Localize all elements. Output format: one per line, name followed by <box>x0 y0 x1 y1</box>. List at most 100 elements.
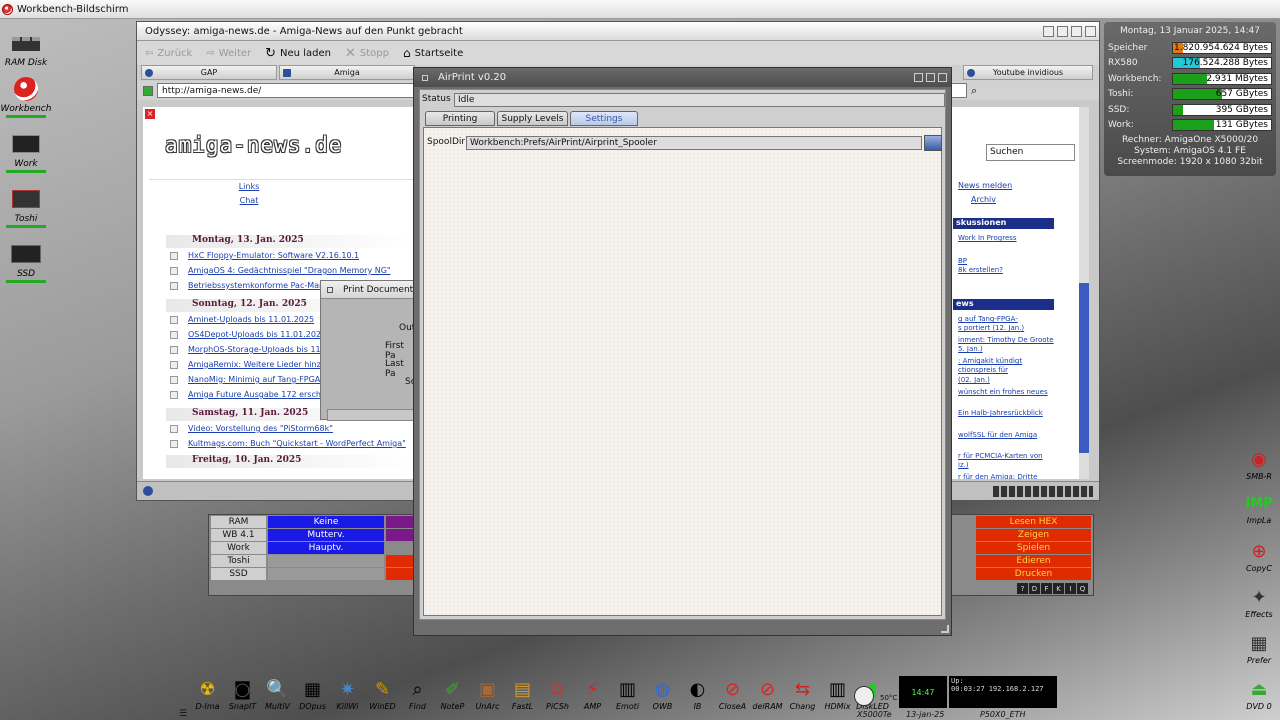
side-link[interactable]: Work In Progress <box>958 234 1017 242</box>
home-button[interactable]: ⌂ Startseite <box>403 46 463 60</box>
checkbox[interactable] <box>170 439 178 448</box>
checkbox[interactable] <box>170 390 178 399</box>
drive-cell[interactable] <box>386 516 414 528</box>
nav-link-links[interactable]: Links <box>149 182 349 191</box>
dock-item[interactable]: ⊘ delRAM <box>750 676 785 720</box>
side-link[interactable]: ctionspreis für <box>958 366 1008 374</box>
close-icon[interactable]: × <box>145 109 155 119</box>
drive-mode[interactable]: Mutterv. <box>268 529 384 541</box>
side-link[interactable]: inment: Timothy De Groote <box>958 336 1054 344</box>
close-icon[interactable] <box>327 286 333 293</box>
dock-item-prefer[interactable]: ▦ Prefer <box>1238 630 1280 674</box>
dock-item-dvd[interactable]: ⏏ DVD 0 <box>1238 676 1280 720</box>
dock-item[interactable]: ⊘ CloseA <box>715 676 750 720</box>
side-link[interactable]: r für den Amiga: Dritte <box>958 473 1037 479</box>
folder-browse-button[interactable] <box>924 135 942 151</box>
url-input[interactable]: http://amiga-news.de/ <box>157 83 417 98</box>
zoom-button[interactable] <box>926 73 935 82</box>
site-search-input[interactable]: Suchen <box>986 144 1075 161</box>
reload-button[interactable]: ↻ Neu laden <box>265 46 331 61</box>
depth-button[interactable] <box>1071 25 1082 37</box>
dock-menu-icon[interactable]: ☰ <box>179 709 187 719</box>
dock-item[interactable]: ▤ FastL <box>505 676 540 720</box>
checkbox[interactable] <box>170 281 178 290</box>
side-link[interactable]: : Amigakit kündigt <box>958 357 1022 365</box>
spooldir-input[interactable]: Workbench:Prefs/AirPrint/Airprint_Spoole… <box>466 136 922 150</box>
dock-item-copyc[interactable]: ⊕ CopyC <box>1238 538 1280 582</box>
search-icon[interactable]: ⌕ <box>971 84 977 98</box>
action-drucken[interactable]: Drucken <box>976 568 1091 580</box>
list-item[interactable]: AmigaOS 4: Gedächtnisspiel "Dragon Memor… <box>166 263 414 278</box>
drive-cell[interactable] <box>386 568 414 580</box>
action-lesen-hex[interactable]: Lesen HEX <box>976 516 1091 528</box>
list-item[interactable]: HxC Floppy-Emulator: Software V2.16.10.1 <box>166 248 414 263</box>
side-link[interactable]: g auf Tang-FPGA- <box>958 315 1018 323</box>
ram-disk-icon[interactable]: RAM Disk <box>0 30 52 68</box>
ssd-disk-icon[interactable]: SSD <box>0 239 52 284</box>
dock-item[interactable]: ☢ D-Ima <box>190 676 225 720</box>
drive-cell[interactable] <box>386 529 414 541</box>
list-item[interactable]: Kultmags.com: Buch "Quickstart - WordPer… <box>166 436 414 451</box>
iconify-button[interactable] <box>914 73 923 82</box>
i-button[interactable]: I <box>1065 583 1076 594</box>
nav-link-chat[interactable]: Chat <box>149 196 349 205</box>
checkbox[interactable] <box>170 315 178 324</box>
site-logo[interactable]: amiga-news.de <box>165 133 342 157</box>
dock-item[interactable]: 🔍 MultiV <box>260 676 295 720</box>
checkbox[interactable] <box>170 330 178 339</box>
dock-item[interactable]: ✷ KillWi <box>330 676 365 720</box>
tab-supply-levels[interactable]: Supply Levels <box>497 111 568 126</box>
k-button[interactable]: K <box>1053 583 1064 594</box>
list-item[interactable]: Video: Vorstellung des "PiStorm68k" <box>166 421 414 436</box>
action-spielen[interactable]: Spielen <box>976 542 1091 554</box>
drive-mode[interactable]: Keine <box>268 516 384 528</box>
tab-youtube[interactable]: Youtube invidious <box>963 65 1093 80</box>
drive-name[interactable]: Toshi <box>211 555 266 567</box>
tab-printing[interactable]: Printing <box>425 111 495 126</box>
dock-item[interactable]: ⚡ AMP <box>575 676 610 720</box>
toshi-disk-icon[interactable]: Toshi <box>0 184 52 239</box>
forward-button[interactable]: ⇨ Weiter <box>206 48 251 59</box>
iconify-button[interactable] <box>1043 25 1054 37</box>
side-link[interactable]: BP <box>958 257 967 265</box>
help-button[interactable]: ? <box>1017 583 1028 594</box>
depth-button[interactable] <box>938 73 947 82</box>
dock-item[interactable]: ▦ DOpus <box>295 676 330 720</box>
resize-handle[interactable] <box>941 625 949 633</box>
side-link[interactable]: (02. Jan.) <box>958 376 990 384</box>
side-link[interactable]: Ein Halb-Jahresrückblick <box>958 409 1043 417</box>
dock-item[interactable]: ◙ SnapIT <box>225 676 260 720</box>
dock-item[interactable]: ✐ NoteP <box>435 676 470 720</box>
side-link[interactable]: wolfSSL für den Amiga <box>958 431 1037 439</box>
drive-name[interactable]: RAM <box>211 516 266 528</box>
drive-mode[interactable] <box>268 555 384 567</box>
side-link[interactable]: r für PCMCIA-Karten von <box>958 452 1043 460</box>
checkbox[interactable] <box>170 251 178 260</box>
nav-link-archiv[interactable]: Archiv <box>971 195 996 204</box>
tab-amiga[interactable]: Amiga <box>279 65 415 80</box>
checkbox[interactable] <box>170 424 178 433</box>
checkbox[interactable] <box>170 266 178 275</box>
dock-item[interactable]: ✿ PiCSh <box>540 676 575 720</box>
scrollbar-thumb[interactable] <box>1079 283 1089 453</box>
depth-back-button[interactable] <box>1085 25 1096 37</box>
dock-item[interactable]: ✎ WinED <box>365 676 400 720</box>
dock-item-impla[interactable]: IMP ImpLa <box>1238 490 1280 536</box>
dock-item-smb[interactable]: ◉ SMB-R <box>1238 446 1280 490</box>
side-link[interactable]: 8k erstellen? <box>958 266 1003 274</box>
dock-item[interactable]: ▥ HDMix <box>820 676 855 720</box>
dock-item[interactable]: ▣ UnArc <box>470 676 505 720</box>
dock-item[interactable]: ◐ IB <box>680 676 715 720</box>
side-link[interactable]: 5. Jan.) <box>958 345 983 353</box>
f-button[interactable]: F <box>1041 583 1052 594</box>
dock-item[interactable]: ⇆ Chang <box>785 676 820 720</box>
drive-mode[interactable] <box>268 568 384 580</box>
tab-gap[interactable]: GAP <box>141 65 277 80</box>
drive-name[interactable]: SSD <box>211 568 266 580</box>
dock-item[interactable]: ▥ Emoti <box>610 676 645 720</box>
back-button[interactable]: ⇦ Zurück <box>145 48 192 59</box>
side-link[interactable]: wünscht ein frohes neues <box>958 388 1048 396</box>
airprint-titlebar[interactable]: AirPrint v0.20 <box>414 68 951 87</box>
dock-item[interactable]: ⌕ Find <box>400 676 435 720</box>
close-icon[interactable] <box>422 74 428 81</box>
